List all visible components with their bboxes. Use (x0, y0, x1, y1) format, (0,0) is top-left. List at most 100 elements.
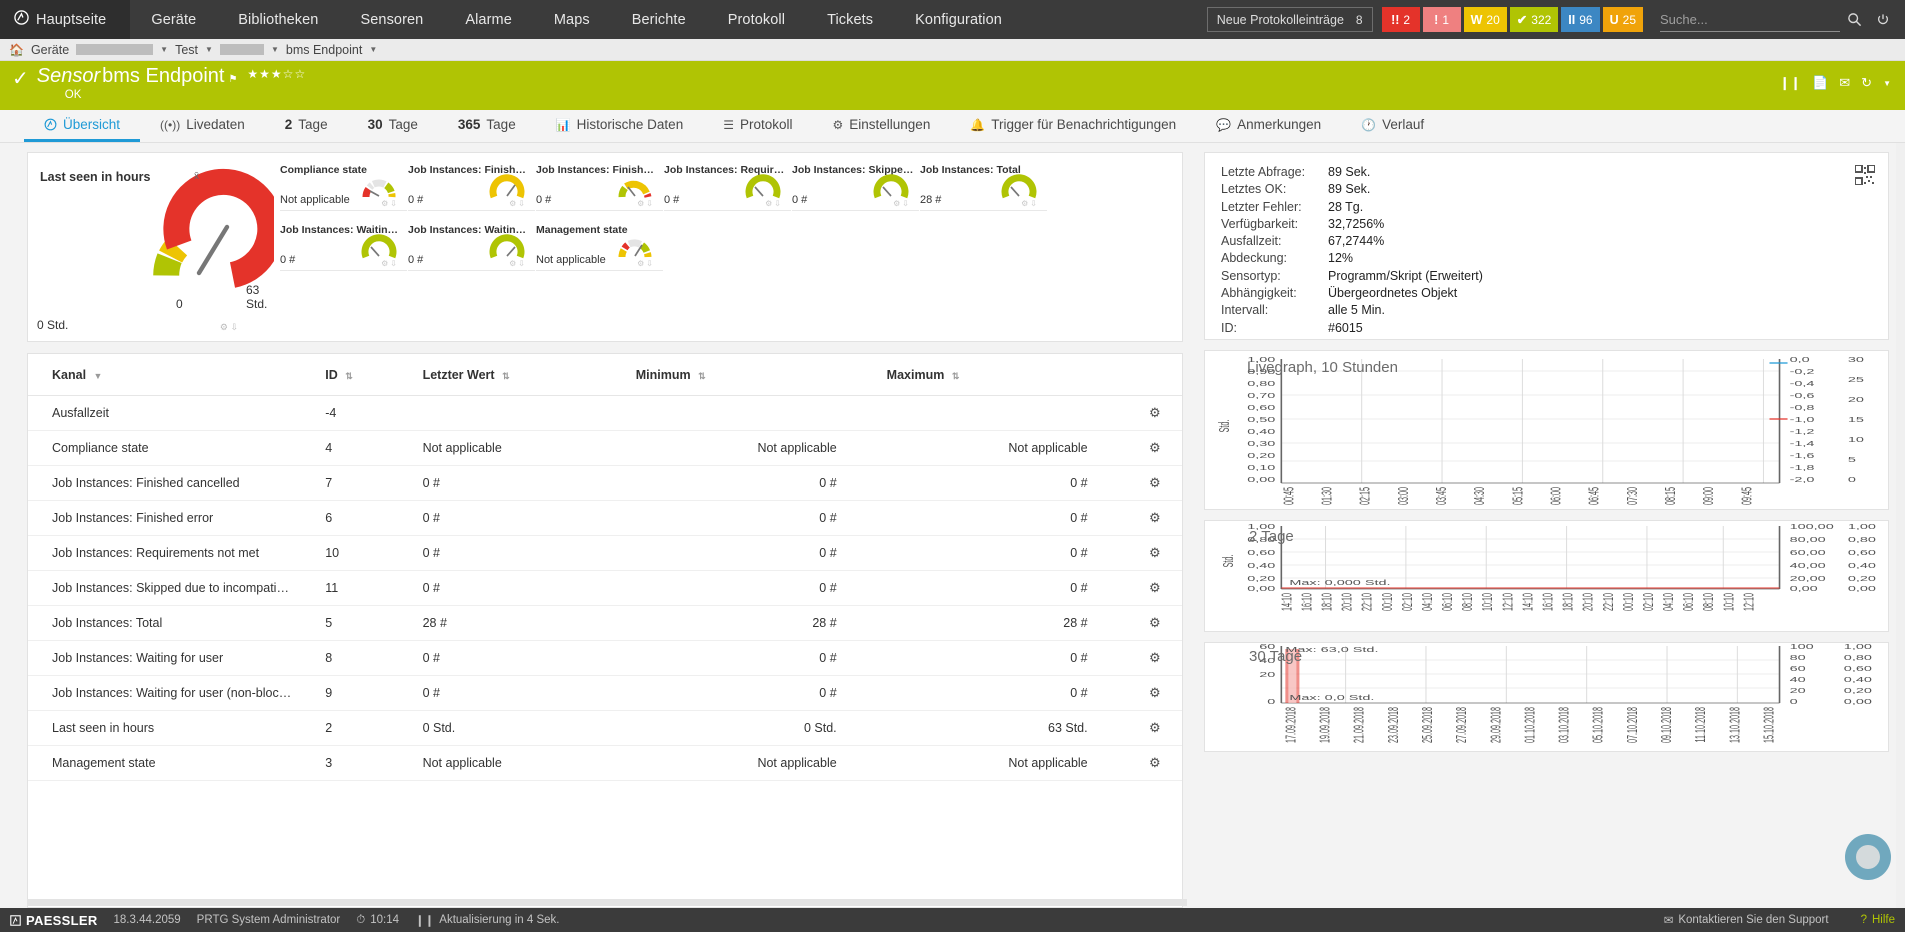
vertical-scrollbar[interactable] (1896, 143, 1905, 908)
refresh-status[interactable]: ❙❙ Aktualisierung in 4 Sek. (415, 913, 559, 927)
gear-icon[interactable]: ⚙⇩ (893, 199, 911, 208)
row-settings-button[interactable]: ⚙ (1113, 710, 1182, 746)
new-log-entries-button[interactable]: Neue Protokolleinträge 8 (1206, 7, 1373, 32)
tab-verlauf[interactable]: 🕐 Verlauf (1341, 110, 1444, 142)
tab-365-tage[interactable]: 365 Tage (438, 110, 536, 142)
table-row[interactable]: Job Instances: Total 5 28 # 28 # 28 # ⚙ (28, 605, 1182, 641)
table-row[interactable]: Job Instances: Waiting for user (non-blo… (28, 675, 1182, 711)
gear-icon[interactable]: ⚙⇩ (509, 199, 527, 208)
row-settings-button[interactable]: ⚙ (1113, 640, 1182, 676)
column-header-letzter-wert[interactable]: Letzter Wert ⇅ (398, 354, 612, 396)
table-row[interactable]: Job Instances: Finished error 6 0 # 0 # … (28, 500, 1182, 536)
row-settings-button[interactable]: ⚙ (1113, 465, 1182, 501)
mini-gauge-requirements-not-met[interactable]: Job Instances: Requirements … 0 # ⚙⇩ (664, 163, 791, 211)
mini-gauge-waiting-for-user[interactable]: Job Instances: Waiting for user 0 # ⚙⇩ (280, 223, 407, 271)
table-row[interactable]: Job Instances: Skipped due to incompati…… (28, 570, 1182, 606)
tab-trigger-benachrichtigungen[interactable]: 🔔 Trigger für Benachrichtigungen (950, 110, 1196, 142)
mini-gauge-management-state[interactable]: Management state Not applicable ⚙⇩ (536, 223, 663, 271)
status-badge-paused[interactable]: II 96 (1561, 7, 1600, 32)
nav-item-maps[interactable]: Maps (533, 0, 611, 39)
table-row[interactable]: Management state 3 Not applicable Not ap… (28, 745, 1182, 781)
gear-icon[interactable]: ⚙ ⇩ (220, 322, 238, 333)
tab-livedaten[interactable]: ((•)) Livedaten (140, 110, 265, 142)
mini-gauge-compliance-state[interactable]: Compliance state Not applicable ⚙⇩ (280, 163, 407, 211)
nav-item-geraete[interactable]: Geräte (130, 0, 217, 39)
pause-icon[interactable]: ❙❙ (1779, 75, 1801, 91)
search-icon[interactable] (1840, 12, 1869, 27)
mini-gauge-skipped-incompatible[interactable]: Job Instances: Skipped due t… 0 # ⚙⇩ (792, 163, 919, 211)
row-settings-button[interactable]: ⚙ (1113, 675, 1182, 711)
mail-icon[interactable]: ✉ (1839, 75, 1850, 91)
nav-item-bibliotheken[interactable]: Bibliotheken (217, 0, 339, 39)
contact-support-link[interactable]: ✉ Kontaktieren Sie den Support (1664, 913, 1829, 927)
breadcrumb-leaf[interactable]: bms Endpoint (286, 43, 362, 57)
column-header-maximum[interactable]: Maximum ⇅ (862, 354, 1114, 396)
row-settings-button[interactable]: ⚙ (1113, 535, 1182, 571)
logout-power-icon[interactable] (1869, 13, 1897, 27)
chevron-down-icon[interactable]: ▼ (1883, 79, 1891, 88)
gear-icon[interactable]: ⚙⇩ (1021, 199, 1039, 208)
status-badge-warning[interactable]: W 20 (1463, 7, 1507, 32)
chevron-down-icon[interactable]: ▼ (369, 45, 377, 54)
row-settings-button[interactable]: ⚙ (1113, 745, 1182, 781)
table-row[interactable]: Job Instances: Waiting for user 8 0 # 0 … (28, 640, 1182, 676)
row-settings-button[interactable]: ⚙ (1113, 570, 1182, 606)
table-row[interactable]: Last seen in hours 2 0 Std. 0 Std. 63 St… (28, 710, 1182, 746)
nav-item-protokoll[interactable]: Protokoll (707, 0, 806, 39)
nav-item-sensoren[interactable]: Sensoren (339, 0, 444, 39)
gear-icon[interactable]: ⚙⇩ (765, 199, 783, 208)
refresh-icon[interactable]: ↻ (1861, 75, 1872, 91)
mini-gauge-waiting-for-user-nonblocking[interactable]: Job Instances: Waiting for us… 0 # ⚙⇩ (408, 223, 535, 271)
two-days-chart-card[interactable]: 2 Tage Max: 0,000 Std. 1,00 0,80 0,60 0,… (1204, 520, 1889, 632)
status-badge-down[interactable]: !! 2 (1381, 7, 1420, 32)
mini-gauge-job-instances-total[interactable]: Job Instances: Total 28 # ⚙⇩ (920, 163, 1047, 211)
priority-stars[interactable]: ★★★☆☆ (247, 67, 306, 81)
breadcrumb-group[interactable]: Test (175, 43, 198, 57)
table-row[interactable]: Job Instances: Requirements not met 10 0… (28, 535, 1182, 571)
status-badge-down-acknowledged[interactable]: ! 1 (1422, 7, 1461, 32)
livegraph-chart-card[interactable]: Livegraph, 10 Stunden 1,00 0,90 0,80 0,7… (1204, 350, 1889, 510)
open-external-icon[interactable]: 📄 (1812, 75, 1828, 91)
table-row[interactable]: Compliance state 4 Not applicable Not ap… (28, 430, 1182, 466)
row-settings-button[interactable]: ⚙ (1113, 430, 1182, 466)
chevron-down-icon[interactable]: ▼ (160, 45, 168, 54)
gear-icon[interactable]: ⚙⇩ (509, 259, 527, 268)
chevron-down-icon[interactable]: ▼ (271, 45, 279, 54)
gear-icon[interactable]: ⚙⇩ (381, 199, 399, 208)
chevron-down-icon[interactable]: ▼ (205, 45, 213, 54)
table-row[interactable]: Ausfallzeit -4 ⚙ (28, 395, 1182, 431)
tab-uebersicht[interactable]: Übersicht (24, 110, 141, 142)
home-icon[interactable]: 🏠 (9, 43, 24, 57)
column-header-minimum[interactable]: Minimum ⇅ (611, 354, 863, 396)
status-badge-unusual[interactable]: U 25 (1602, 7, 1643, 32)
row-settings-button[interactable]: ⚙ (1113, 500, 1182, 536)
tab-einstellungen[interactable]: ⚙ Einstellungen (813, 110, 951, 142)
flag-icon[interactable]: ⚑ (228, 74, 237, 85)
gear-icon[interactable]: ⚙⇩ (637, 199, 655, 208)
support-chat-button[interactable] (1845, 834, 1891, 880)
column-header-id[interactable]: ID ⇅ (301, 354, 399, 396)
row-settings-button[interactable]: ⚙ (1113, 605, 1182, 641)
status-badge-up[interactable]: ✔ 322 (1509, 7, 1559, 32)
tab-protokoll[interactable]: ☰ Protokoll (703, 110, 812, 142)
gear-icon[interactable]: ⚙⇩ (637, 259, 655, 268)
mini-gauge-finished-cancelled[interactable]: Job Instances: Finished canc… 0 # ⚙⇩ (408, 163, 535, 211)
row-settings-button[interactable]: ⚙ (1113, 395, 1182, 431)
primary-gauge-widget[interactable]: Last seen in hours x̄ 0 63 Std. 0 Std. ⚙… (28, 161, 280, 341)
search-input[interactable]: Suche... (1660, 8, 1840, 32)
column-header-kanal[interactable]: Kanal ▼ (28, 354, 302, 396)
nav-item-konfiguration[interactable]: Konfiguration (894, 0, 1023, 39)
tab-30-tage[interactable]: 30 Tage (348, 110, 438, 142)
thirty-days-chart-card[interactable]: 30 Tage Max: 63,0 Std. Max: 0,0 Std. 60 … (1204, 642, 1889, 752)
help-link[interactable]: ? Hilfe (1861, 914, 1895, 926)
nav-item-hauptseite[interactable]: Hauptseite (0, 0, 131, 39)
horizontal-scrollbar[interactable] (27, 899, 1187, 906)
nav-item-alarme[interactable]: Alarme (444, 0, 533, 39)
qr-code-icon[interactable] (1854, 164, 1876, 190)
tab-anmerkungen[interactable]: 💬 Anmerkungen (1196, 110, 1341, 142)
tab-historische-daten[interactable]: 📊 Historische Daten (536, 110, 704, 142)
nav-item-tickets[interactable]: Tickets (806, 0, 894, 39)
breadcrumb-root[interactable]: Geräte (31, 43, 69, 57)
gear-icon[interactable]: ⚙⇩ (381, 259, 399, 268)
nav-item-berichte[interactable]: Berichte (611, 0, 707, 39)
